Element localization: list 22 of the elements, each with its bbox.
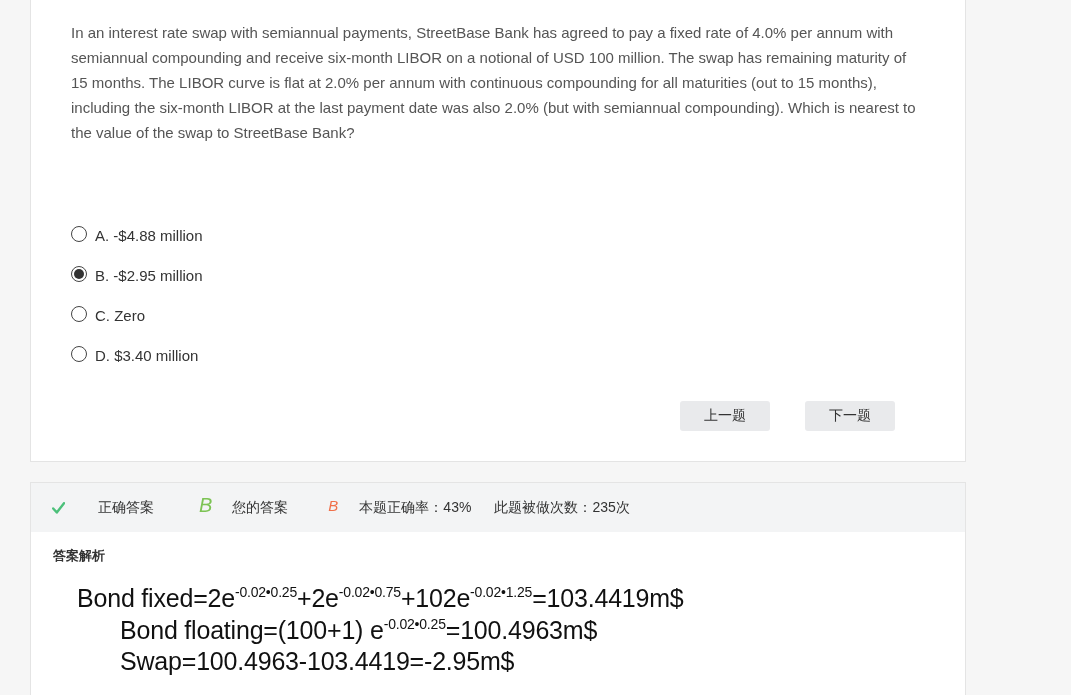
option-label[interactable]: D. $3.40 million	[95, 346, 199, 364]
radio-button[interactable]	[71, 266, 87, 282]
stat-text: 此题被做次数：235次	[494, 498, 630, 517]
formula-line: Bond fixed=2e$^{-0.02•0.25}$+2e$^{-0.02•0.75}$+102e$^{-0.02•1.25}$=103.4419m$	[76, 583, 685, 614]
radio-button[interactable]	[71, 346, 87, 362]
option-label[interactable]: A. -$4.88 million	[95, 226, 203, 244]
option-label[interactable]: C. Zero	[95, 306, 145, 324]
answer-letter: B	[328, 497, 339, 514]
formula-line: Bond floating=(100+1) e$^{-0.02•0.25}$=100.4963m$	[119, 614, 599, 646]
radio-button[interactable]	[71, 226, 87, 242]
answer-label: 正确答案	[98, 498, 154, 517]
answer-letter: B	[199, 494, 213, 517]
next-question-button[interactable]: 下一题	[805, 401, 895, 431]
previous-question-button[interactable]: 上一题	[680, 401, 770, 431]
answer-label: 您的答案	[232, 498, 289, 517]
question-text: In an interest rate swap with semiannual payments, StreetBase Bank has agreed to pay a fixed rate of 4.0% per annum with semiannual compounding and receive six-month LIBOR on a notional of USD 100 million. The swap has remaining maturity of 15 months. The LIBOR curve is flat at 2.0% per annum with continuous compounding for all maturities (out to 15 months), including the six-month LIBOR at the last payment date was also 2.0% (but with semiannual compounding). Which is nearest to the value of the swap to StreetBase Bank?	[71, 23, 917, 143]
check-icon	[52, 501, 65, 514]
option-label[interactable]: B. -$2.95 million	[95, 266, 203, 284]
formula-line: Swap=100.4963-103.4419=-2.95m$	[119, 646, 516, 677]
radio-button[interactable]	[71, 306, 87, 322]
explanation-title: 答案解析	[52, 547, 106, 565]
stat-text: 本题正确率：43%	[359, 498, 472, 517]
